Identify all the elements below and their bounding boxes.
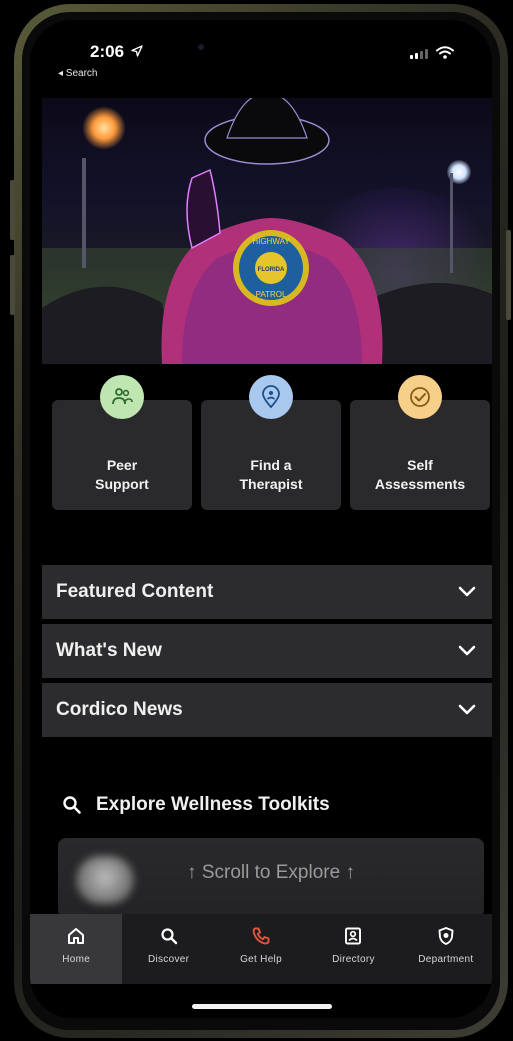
tab-department[interactable]: Department <box>400 914 492 984</box>
section-title: Featured Content <box>56 581 214 602</box>
status-time: 2:06 <box>90 42 143 62</box>
chevron-down-icon <box>458 586 476 597</box>
home-indicator[interactable] <box>192 1004 332 1009</box>
bottom-tab-bar: Home Discover Get Help Directory Departm… <box>30 914 492 984</box>
app-screen: 2:06 ◂ Search HIGHWAY FLORIDA PATROL Pee… <box>30 20 492 1018</box>
trooper-silhouette: HIGHWAY FLORIDA PATROL <box>42 98 492 364</box>
home-icon <box>68 928 85 944</box>
section-title: What's New <box>56 640 162 661</box>
volume-button <box>10 255 15 315</box>
tab-directory[interactable]: Directory <box>307 914 399 984</box>
chevron-down-icon <box>458 645 476 656</box>
search-icon <box>161 928 177 945</box>
whats-new-section[interactable]: What's New <box>42 624 492 678</box>
badge-text-middle: FLORIDA <box>258 267 285 273</box>
find-therapist-label: Find a Therapist <box>239 457 303 492</box>
cordico-news-section[interactable]: Cordico News <box>42 683 492 737</box>
check-circle-icon <box>398 375 442 419</box>
search-icon <box>63 796 81 814</box>
phone-mockup: 2:06 ◂ Search HIGHWAY FLORIDA PATROL Pee… <box>0 0 513 1041</box>
badge-shield-icon <box>438 927 454 945</box>
toolkit-card[interactable]: ↑ Scroll to Explore ↑ <box>58 838 484 918</box>
badge-text-top: HIGHWAY <box>252 237 290 246</box>
badge-text-bottom: PATROL <box>256 290 287 299</box>
peer-support-label: Peer Support <box>95 457 149 492</box>
scroll-to-explore-hint: ↑ Scroll to Explore ↑ <box>187 862 355 883</box>
tab-home[interactable]: Home <box>30 914 123 984</box>
location-pin-icon <box>249 375 293 419</box>
power-button <box>506 230 511 320</box>
phone-icon <box>252 927 270 945</box>
hero-banner-image: HIGHWAY FLORIDA PATROL <box>42 98 492 364</box>
wifi-icon <box>436 46 454 59</box>
section-title: Cordico News <box>56 699 183 720</box>
volume-button <box>10 180 15 240</box>
tab-get-help[interactable]: Get Help <box>215 914 307 984</box>
dynamic-island <box>178 30 328 66</box>
chevron-down-icon <box>458 704 476 715</box>
peer-support-icon <box>100 375 144 419</box>
featured-content-section[interactable]: Featured Content <box>42 565 492 619</box>
contact-card-icon <box>345 927 362 945</box>
self-assessments-label: Self Assessments <box>374 457 466 492</box>
tab-discover[interactable]: Discover <box>122 914 214 984</box>
back-to-search-link[interactable]: ◂ Search <box>58 68 97 79</box>
location-arrow-icon <box>131 45 143 57</box>
signal-icon <box>410 49 428 59</box>
explore-wellness-toolkits-heading: Explore Wellness Toolkits <box>62 794 330 816</box>
status-indicators <box>410 46 454 59</box>
